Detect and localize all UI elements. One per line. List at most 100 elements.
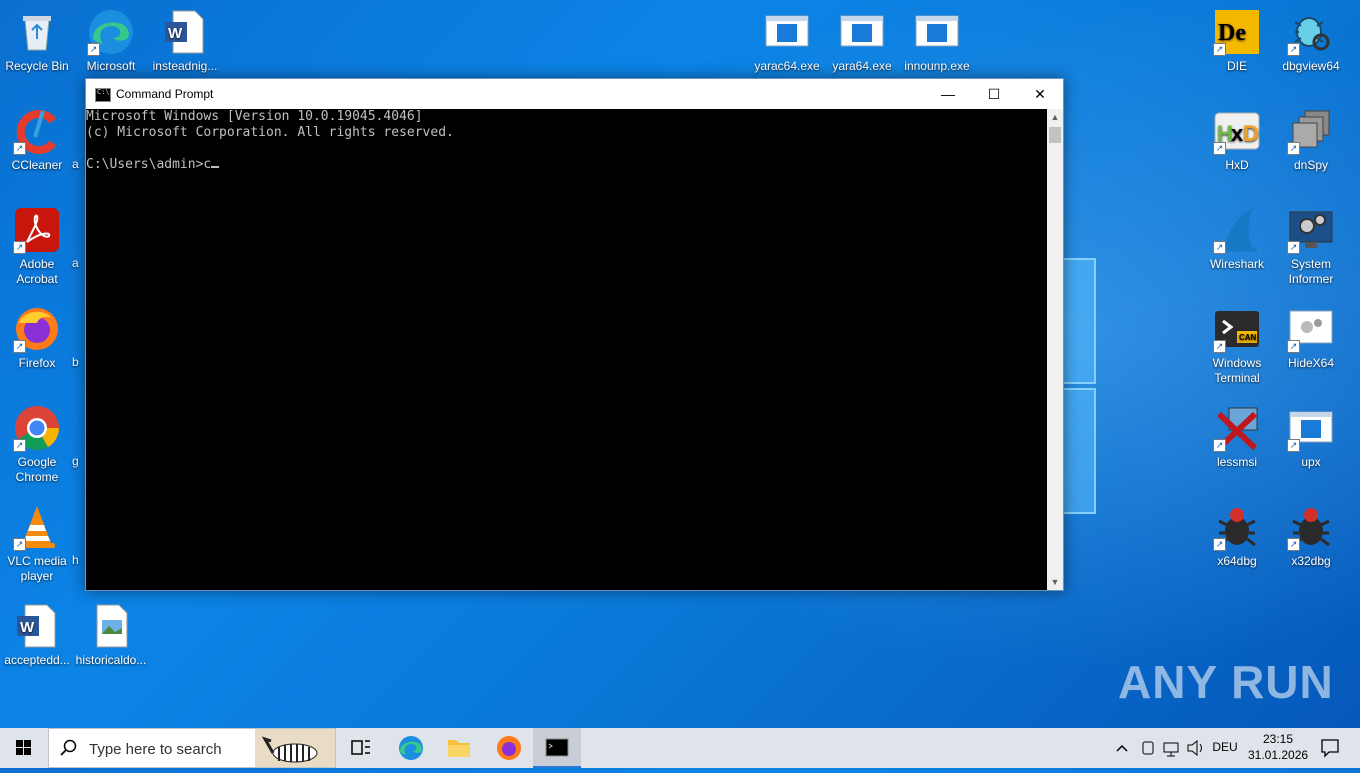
wallpaper-logo-panel [1062, 388, 1096, 514]
start-button[interactable] [0, 728, 48, 768]
desktop-icon-x64dbg[interactable]: ↗ x64dbg [1200, 503, 1274, 569]
window-title: Command Prompt [116, 87, 214, 101]
desktop-icon-yara64[interactable]: yara64.exe [825, 8, 899, 74]
taskbar-firefox[interactable] [485, 728, 533, 768]
text-cursor [211, 166, 220, 168]
notification-center-icon[interactable] [1312, 728, 1348, 768]
shortcut-arrow-icon: ↗ [13, 241, 26, 254]
icon-label: innounp.exe [904, 59, 970, 73]
firefox-icon: ↗ [13, 305, 61, 353]
close-button[interactable]: ✕ [1017, 79, 1063, 109]
taskbar-command-prompt[interactable] [533, 728, 581, 768]
vertical-scrollbar[interactable]: ▲ ▼ [1047, 109, 1063, 590]
cmd-app-icon [95, 88, 111, 102]
shortcut-arrow-icon: ↗ [1287, 340, 1300, 353]
volume-icon[interactable] [1184, 728, 1206, 768]
minimize-button[interactable]: — [925, 79, 971, 109]
icon-label: yarac64.exe [754, 59, 820, 73]
icon-label: dnSpy [1293, 158, 1329, 172]
desktop-icon-vlc[interactable]: ↗ VLC media player [0, 503, 74, 584]
task-view-button[interactable] [336, 728, 384, 768]
shortcut-arrow-icon: ↗ [1287, 142, 1300, 155]
acrobat-icon: ↗ [13, 206, 61, 254]
desktop-icon-google-chrome[interactable]: ↗ Google Chrome [0, 404, 74, 485]
desktop-icon-microsoft-edge[interactable]: ↗ Microsoft Edge [74, 8, 148, 74]
bug-icon: ↗ [1287, 503, 1335, 551]
desktop-icon-x32dbg[interactable]: ↗ x32dbg [1274, 503, 1348, 569]
shortcut-arrow-icon: ↗ [1213, 439, 1226, 452]
desktop-icon-hidex64[interactable]: ↗ HideX64 [1274, 305, 1348, 371]
anyrun-watermark: ANY RUN [1118, 656, 1334, 708]
die-icon: De ↗ [1213, 8, 1261, 56]
desktop-icon-historical-doc[interactable]: historicaldo... [74, 602, 148, 668]
window-titlebar[interactable]: Command Prompt — ☐ ✕ [86, 79, 1063, 109]
desktop-icon-ccleaner[interactable]: ↗ CCleaner [0, 107, 74, 173]
svg-text:D: D [1243, 121, 1259, 146]
console-output[interactable]: Microsoft Windows [Version 10.0.19045.40… [86, 109, 1047, 590]
shortcut-arrow-icon: ↗ [13, 142, 26, 155]
command-prompt-window[interactable]: Command Prompt — ☐ ✕ Microsoft Windows [… [85, 78, 1064, 591]
shortcut-arrow-icon: ↗ [13, 439, 26, 452]
device-icon[interactable] [1138, 728, 1158, 768]
desktop-icon-dnspy[interactable]: ↗ dnSpy [1274, 107, 1348, 173]
icon-label: acceptedd... [4, 653, 70, 667]
desktop-icon-recycle-bin[interactable]: Recycle Bin [0, 8, 74, 74]
language-indicator[interactable]: DEU [1210, 740, 1240, 756]
partial-icon-label: h [72, 553, 79, 567]
icon-label: lessmsi [1216, 455, 1257, 469]
scroll-thumb[interactable] [1049, 127, 1061, 143]
icon-label: Microsoft Edge [86, 59, 136, 73]
desktop-icon-hxd[interactable]: HxD ↗ HxD [1200, 107, 1274, 173]
folder-icon [448, 740, 470, 757]
show-hidden-icons-chevron-icon[interactable] [1112, 728, 1132, 768]
icon-label: CCleaner [11, 158, 63, 172]
icon-label: yara64.exe [832, 59, 892, 73]
partial-icon-label: a [72, 256, 79, 270]
desktop-icon-dbgview64[interactable]: ↗ dbgview64 [1274, 8, 1348, 74]
clock-date: 31.01.2026 [1248, 748, 1309, 762]
console-prompt-line: C:\Users\admin>c [86, 157, 1047, 173]
desktop-icon-system-informer[interactable]: ↗ System Informer [1274, 206, 1348, 287]
word-document-icon: W [13, 602, 61, 650]
executable-icon [838, 8, 886, 56]
desktop-icon-innounp[interactable]: innounp.exe [900, 8, 974, 74]
shortcut-arrow-icon: ↗ [13, 340, 26, 353]
desktop-icon-adobe-acrobat[interactable]: ↗ Adobe Acrobat [0, 206, 74, 287]
taskbar-edge[interactable] [387, 728, 435, 768]
shortcut-arrow-icon: ↗ [1213, 538, 1226, 551]
system-clock[interactable]: 23:15 31.01.2026 [1248, 731, 1308, 763]
network-icon[interactable] [1160, 728, 1182, 768]
icon-label: HxD [1225, 158, 1249, 172]
scroll-up-arrow-icon[interactable]: ▲ [1047, 109, 1063, 125]
console-line: Microsoft Windows [Version 10.0.19045.40… [86, 109, 423, 124]
icon-label: Adobe Acrobat [16, 257, 58, 286]
desktop-icon-lessmsi[interactable]: ↗ lessmsi [1200, 404, 1274, 470]
desktop-icon-windows-terminal[interactable]: CAN ↗ Windows Terminal [1200, 305, 1274, 386]
desktop-icon-yarac64[interactable]: yarac64.exe [750, 8, 824, 74]
executable-icon: ↗ [1287, 404, 1335, 452]
scroll-down-arrow-icon[interactable]: ▼ [1047, 574, 1063, 590]
taskbar-search-box[interactable]: Type here to search [48, 728, 336, 768]
image-file-icon [87, 602, 135, 650]
chrome-icon: ↗ [13, 404, 61, 452]
ccleaner-icon: ↗ [13, 107, 61, 155]
desktop-icon-die[interactable]: De ↗ DIE [1200, 8, 1274, 74]
desktop-icon-accepted-doc[interactable]: W acceptedd... [0, 602, 74, 668]
cmd-icon [545, 738, 569, 757]
firefox-icon [497, 736, 521, 760]
shortcut-arrow-icon: ↗ [87, 43, 100, 56]
maximize-button[interactable]: ☐ [971, 79, 1017, 109]
desktop-icon-upx[interactable]: ↗ upx [1274, 404, 1348, 470]
search-icon [60, 739, 77, 756]
icon-label: VLC media player [7, 554, 67, 583]
taskbar-file-explorer[interactable] [435, 728, 483, 768]
icon-label: upx [1301, 455, 1321, 469]
hxd-icon: HxD ↗ [1213, 107, 1261, 155]
desktop-icon-insteadnig[interactable]: W insteadnig... [148, 8, 222, 74]
shortcut-arrow-icon: ↗ [1287, 538, 1300, 551]
icon-label: Google Chrome [15, 455, 59, 484]
desktop-icon-wireshark[interactable]: ↗ Wireshark [1200, 206, 1274, 272]
partial-icon-label: a [72, 157, 79, 171]
desktop-icon-firefox[interactable]: ↗ Firefox [0, 305, 74, 371]
